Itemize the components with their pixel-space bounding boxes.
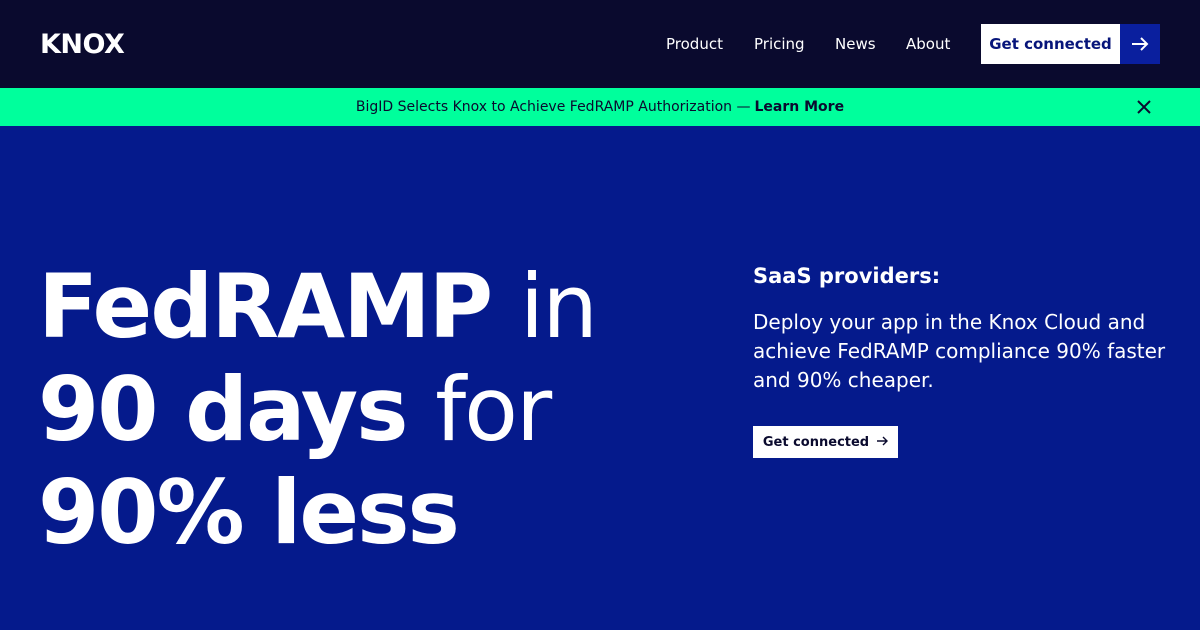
hero-line-3-bold: 90% less: [38, 461, 460, 564]
top-navigation: KNOX Product Pricing News About Get conn…: [0, 0, 1200, 88]
saas-providers-heading: SaaS providers:: [753, 264, 941, 288]
banner-message: BigID Selects Knox to Achieve FedRAMP Au…: [0, 88, 1200, 126]
arrow-right-icon: [1120, 24, 1160, 64]
hero-line-2: 90 days for: [38, 358, 678, 461]
nav-link-about[interactable]: About: [906, 34, 950, 54]
hero-line-2-light: for: [435, 358, 552, 461]
hero-line-3: 90% less: [38, 461, 678, 564]
hero-line-2-bold: 90 days: [38, 358, 409, 461]
saas-providers-description: Deploy your app in the Knox Cloud and ac…: [753, 310, 1166, 392]
arrow-right-icon: [877, 435, 889, 450]
hero-get-connected-label: Get connected: [762, 434, 870, 450]
announcement-banner: BigID Selects Knox to Achieve FedRAMP Au…: [0, 88, 1200, 126]
hero-line-1-light: in: [519, 255, 598, 358]
hero-headline: FedRAMP in 90 days for 90% less: [38, 255, 678, 564]
get-connected-label: Get connected: [981, 24, 1120, 64]
knox-logo[interactable]: KNOX: [40, 28, 125, 60]
hero-line-1: FedRAMP in: [38, 255, 678, 358]
hero-line-1-bold: FedRAMP: [38, 255, 493, 358]
close-icon[interactable]: [1134, 97, 1154, 117]
hero-get-connected-button[interactable]: Get connected: [753, 426, 898, 458]
nav-link-pricing[interactable]: Pricing: [754, 34, 805, 54]
nav-link-news[interactable]: News: [835, 34, 876, 54]
learn-more-link[interactable]: Learn More: [755, 99, 845, 115]
nav-link-product[interactable]: Product: [666, 34, 723, 54]
get-connected-button[interactable]: Get connected: [981, 24, 1160, 64]
banner-text: BigID Selects Knox to Achieve FedRAMP Au…: [355, 99, 751, 115]
